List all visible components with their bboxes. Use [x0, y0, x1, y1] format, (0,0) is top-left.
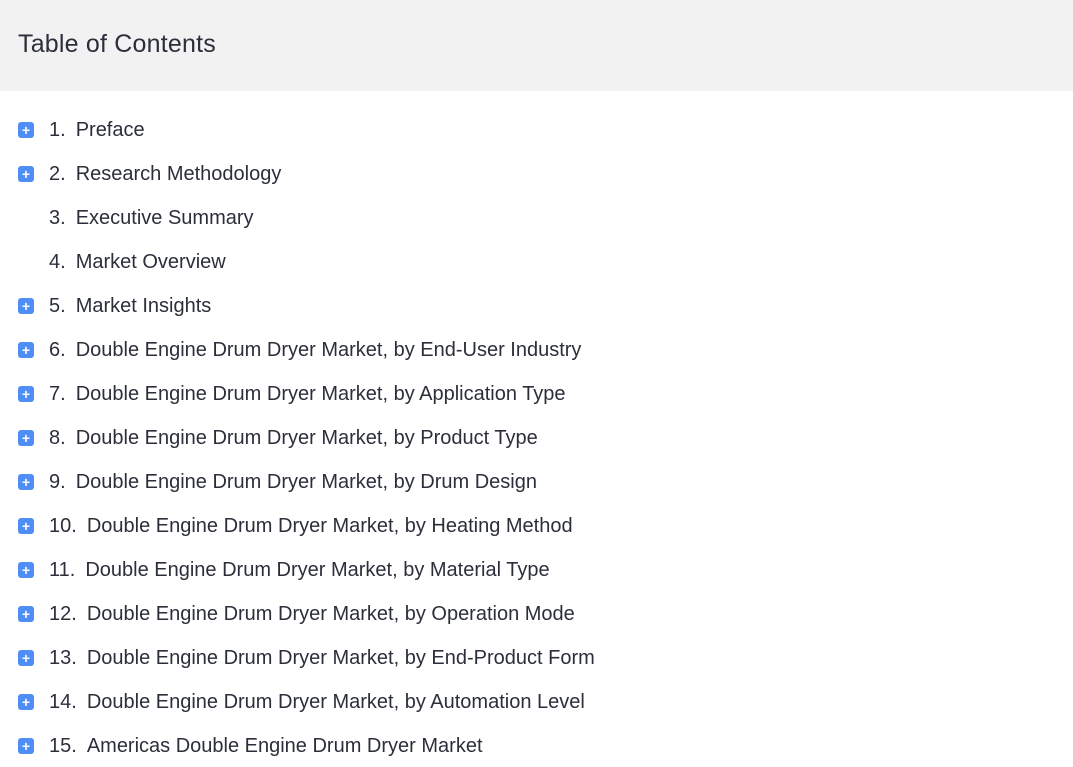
toc-item-label[interactable]: Double Engine Drum Dryer Market, by Mate… — [85, 559, 549, 582]
toc-item-number: 14. — [49, 690, 77, 713]
toc-item-7[interactable]: + 7. Double Engine Drum Dryer Market, by… — [18, 381, 566, 407]
plus-square-icon[interactable]: + — [18, 122, 34, 138]
toc-item-1[interactable]: + 1. Preface — [18, 117, 145, 143]
toc-item-9[interactable]: + 9. Double Engine Drum Dryer Market, by… — [18, 469, 537, 495]
toc-item-number: 6. — [49, 338, 66, 361]
toc-item-number: 12. — [49, 602, 77, 625]
toc-item-label[interactable]: Double Engine Drum Dryer Market, by Auto… — [87, 691, 585, 714]
plus-square-icon[interactable]: + — [18, 650, 34, 666]
toc-item-number: 7. — [49, 382, 66, 405]
toc-item-number: 10. — [49, 514, 77, 537]
toc-item-number: 11. — [49, 558, 76, 581]
plus-square-icon[interactable]: + — [18, 430, 34, 446]
toc-item-number: 9. — [49, 470, 66, 493]
plus-square-icon[interactable]: + — [18, 738, 34, 754]
toc-item-label[interactable]: Double Engine Drum Dryer Market, by End-… — [76, 339, 582, 362]
toc-item-label[interactable]: Double Engine Drum Dryer Market, by End-… — [87, 647, 595, 670]
plus-square-icon[interactable]: + — [18, 474, 34, 490]
page-title: Table of Contents — [18, 29, 216, 58]
toc-item-12[interactable]: + 12. Double Engine Drum Dryer Market, b… — [18, 601, 575, 627]
toc-item-13[interactable]: + 13. Double Engine Drum Dryer Market, b… — [18, 645, 595, 671]
toc-item-5[interactable]: + 5. Market Insights — [18, 293, 211, 319]
plus-square-icon[interactable]: + — [18, 518, 34, 534]
toc-item-2[interactable]: + 2. Research Methodology — [18, 161, 281, 187]
toc-item-label[interactable]: Double Engine Drum Dryer Market, by Prod… — [76, 427, 538, 450]
toc-item-number: 5. — [49, 294, 66, 317]
toc-item-3[interactable]: 3. Executive Summary — [18, 205, 254, 231]
toc-item-label[interactable]: Double Engine Drum Dryer Market, by Appl… — [76, 383, 566, 406]
toc-item-number: 4. — [49, 250, 66, 273]
toc-item-label[interactable]: Double Engine Drum Dryer Market, by Heat… — [87, 515, 573, 538]
toc-item-number: 2. — [49, 162, 66, 185]
icon-spacer — [18, 210, 34, 226]
toc-item-6[interactable]: + 6. Double Engine Drum Dryer Market, by… — [18, 337, 581, 363]
toc-item-label[interactable]: Americas Double Engine Drum Dryer Market — [87, 735, 483, 758]
toc-item-10[interactable]: + 10. Double Engine Drum Dryer Market, b… — [18, 513, 573, 539]
toc-item-label[interactable]: Preface — [76, 119, 145, 142]
toc-item-label[interactable]: Market Overview — [76, 251, 226, 274]
toc-item-4[interactable]: 4. Market Overview — [18, 249, 226, 275]
toc-item-label[interactable]: Double Engine Drum Dryer Market, by Drum… — [76, 471, 537, 494]
plus-square-icon[interactable]: + — [18, 606, 34, 622]
toc-item-label[interactable]: Double Engine Drum Dryer Market, by Oper… — [87, 603, 575, 626]
toc-item-11[interactable]: + 11. Double Engine Drum Dryer Market, b… — [18, 557, 550, 583]
plus-square-icon[interactable]: + — [18, 386, 34, 402]
toc-item-number: 13. — [49, 646, 77, 669]
toc-item-number: 3. — [49, 206, 66, 229]
toc-item-15[interactable]: + 15. Americas Double Engine Drum Dryer … — [18, 733, 483, 759]
plus-square-icon[interactable]: + — [18, 166, 34, 182]
toc-item-number: 15. — [49, 734, 77, 757]
toc-item-number: 8. — [49, 426, 66, 449]
plus-square-icon[interactable]: + — [18, 694, 34, 710]
toc-item-number: 1. — [49, 118, 66, 141]
plus-square-icon[interactable]: + — [18, 562, 34, 578]
toc-item-14[interactable]: + 14. Double Engine Drum Dryer Market, b… — [18, 689, 585, 715]
toc-item-8[interactable]: + 8. Double Engine Drum Dryer Market, by… — [18, 425, 538, 451]
plus-square-icon[interactable]: + — [18, 342, 34, 358]
toc-header: Table of Contents — [0, 0, 1073, 91]
toc-item-label[interactable]: Market Insights — [76, 295, 212, 318]
toc-item-label[interactable]: Executive Summary — [76, 207, 254, 230]
toc-item-label[interactable]: Research Methodology — [76, 163, 282, 186]
plus-square-icon[interactable]: + — [18, 298, 34, 314]
icon-spacer — [18, 254, 34, 270]
